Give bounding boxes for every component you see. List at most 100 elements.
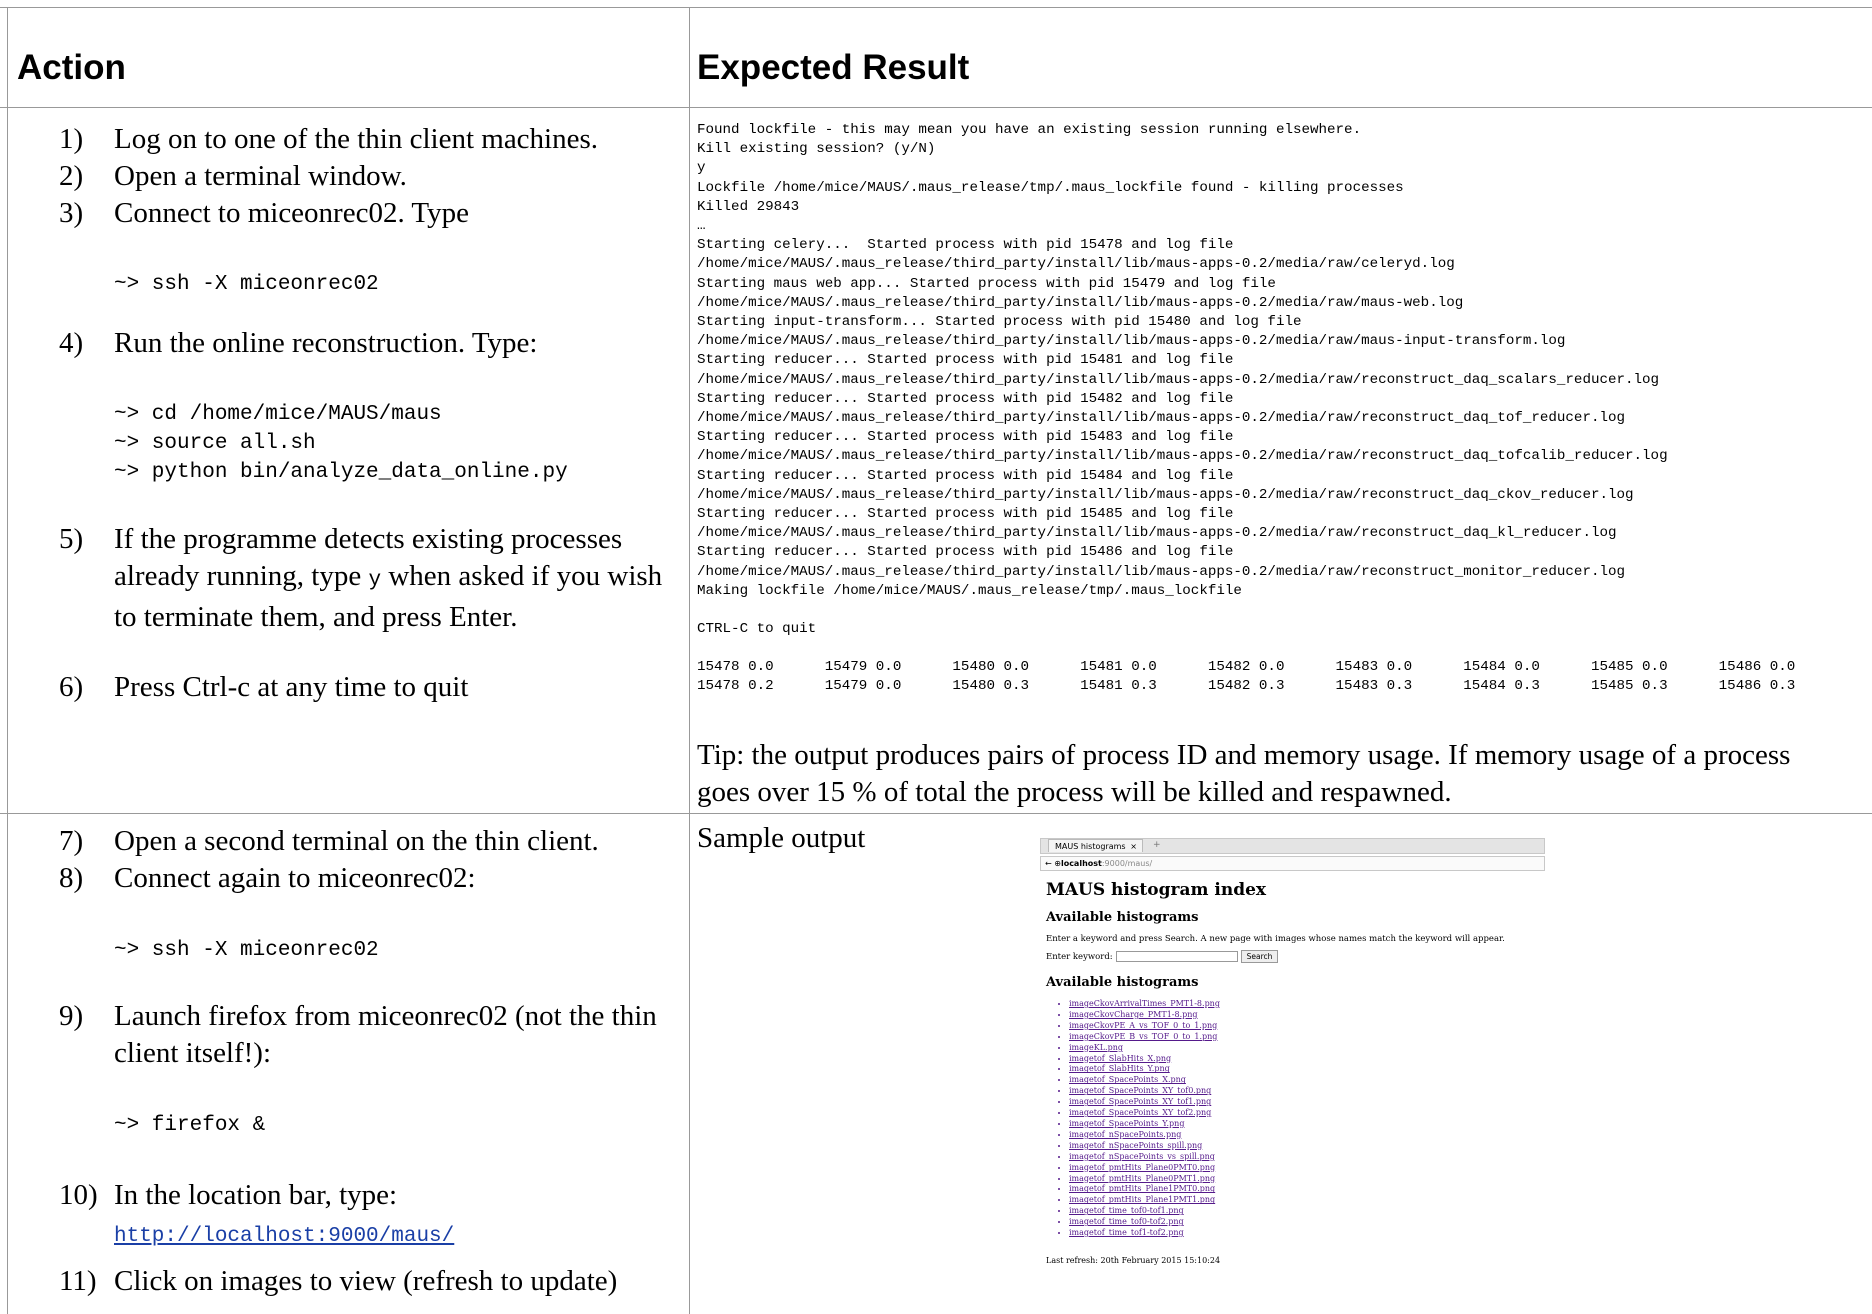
step-number: 3) xyxy=(59,197,84,229)
histogram-link[interactable]: imagetof_pmtHits_Plane0PMT1.png xyxy=(1069,1174,1215,1183)
browser-screenshot: MAUS histograms × + ← ⊕localhost:9000/ma… xyxy=(1040,838,1545,1298)
histogram-link[interactable]: imageKL.png xyxy=(1069,1043,1123,1052)
new-tab-icon[interactable]: + xyxy=(1153,839,1161,852)
list-item: imageCkovPE_B_vs_TOF_0_to_1.png xyxy=(1069,1032,1545,1043)
histogram-link[interactable]: imagetof_nSpacePoints_spill.png xyxy=(1069,1141,1202,1150)
steps-1-3: 1) Log on to one of the thin client machi… xyxy=(59,121,689,232)
list-item: imagetof_pmtHits_Plane1PMT0.png xyxy=(1069,1184,1545,1195)
run-commands: ~> cd /home/mice/MAUS/maus ~> source all… xyxy=(114,403,568,484)
step-number: 4) xyxy=(59,327,84,359)
step-number: 2) xyxy=(59,160,84,192)
step-text: Connect again to miceonrec02: xyxy=(114,862,476,894)
histogram-link[interactable]: imagetof_pmtHits_Plane1PMT1.png xyxy=(1069,1195,1215,1204)
browser-tab[interactable]: MAUS histograms × xyxy=(1048,839,1143,852)
search-button[interactable]: Search xyxy=(1240,950,1279,963)
histogram-link[interactable]: imageCkovCharge_PMT1-8.png xyxy=(1069,1010,1198,1019)
column-divider xyxy=(689,7,690,1314)
firefox-command: ~> firefox & xyxy=(114,1114,266,1137)
step-number: 10) xyxy=(59,1179,98,1211)
close-icon[interactable]: × xyxy=(1130,840,1137,853)
list-item: imagetof_time_tof1-tof2.png xyxy=(1069,1228,1545,1239)
histogram-link[interactable]: imagetof_SpacePoints_XY_tof0.png xyxy=(1069,1086,1211,1095)
step-4: 4) Run the online reconstruction. Type: xyxy=(59,325,689,362)
step-4-list: 4) Run the online reconstruction. Type: xyxy=(59,325,689,362)
step-8: 8) Connect again to miceonrec02: xyxy=(59,860,689,897)
list-item: imagetof_nSpacePoints_vs_spill.png xyxy=(1069,1152,1545,1163)
url-host: localhost xyxy=(1060,859,1102,868)
histogram-link[interactable]: imagetof_SpacePoints_X.png xyxy=(1069,1075,1186,1084)
step-number: 5) xyxy=(59,523,84,555)
step-text: In the location bar, type: http://localho… xyxy=(114,1177,454,1255)
globe-icon: ⊕ xyxy=(1054,859,1061,868)
step-text: Launch firefox from miceonrec02 (not the… xyxy=(114,1000,657,1069)
keyword-search-row: Enter keyword: Search xyxy=(1046,950,1545,963)
section-heading-2: Available histograms xyxy=(1046,975,1199,990)
step-10-text: In the location bar, type: xyxy=(114,1179,398,1211)
keyword-input[interactable] xyxy=(1115,951,1238,962)
left-border xyxy=(7,7,8,1314)
step-9-list: 9) Launch firefox from miceonrec02 (not t… xyxy=(59,998,689,1072)
back-arrow-icon[interactable]: ← xyxy=(1045,859,1052,868)
keyword-label: Enter keyword: xyxy=(1046,951,1113,962)
histogram-link[interactable]: imagetof_time_tof1-tof2.png xyxy=(1069,1228,1184,1237)
histogram-link[interactable]: imagetof_SpacePoints_XY_tof2.png xyxy=(1069,1108,1211,1117)
list-item: imagetof_nSpacePoints_spill.png xyxy=(1069,1141,1545,1152)
histogram-link[interactable]: imagetof_SpacePoints_XY_tof1.png xyxy=(1069,1097,1211,1106)
histogram-link[interactable]: imageCkovPE_B_vs_TOF_0_to_1.png xyxy=(1069,1032,1217,1041)
section-heading: Available histograms xyxy=(1046,910,1199,925)
histogram-link[interactable]: imagetof_SpacePoints_Y.png xyxy=(1069,1119,1184,1128)
histogram-link[interactable]: imagetof_time_tof0-tof1.png xyxy=(1069,1206,1184,1215)
list-item: imageCkovArrivalTimes_PMT1-8.png xyxy=(1069,999,1545,1010)
ssh-command: ~> ssh -X miceonrec02 xyxy=(114,273,379,296)
step-1: 1) Log on to one of the thin client machi… xyxy=(59,121,689,158)
step-number: 8) xyxy=(59,862,84,894)
histogram-link[interactable]: imagetof_pmtHits_Plane0PMT0.png xyxy=(1069,1163,1215,1172)
sample-output-label: Sample output xyxy=(697,822,866,854)
list-item: imagetof_SpacePoints_XY_tof2.png xyxy=(1069,1108,1545,1119)
histogram-link[interactable]: imageCkovArrivalTimes_PMT1-8.png xyxy=(1069,999,1220,1008)
step-number: 11) xyxy=(59,1265,97,1297)
search-instructions: Enter a keyword and press Search. A new … xyxy=(1046,934,1505,944)
list-item: imagetof_SpacePoints_Y.png xyxy=(1069,1119,1545,1130)
tip-text: Tip: the output produces pairs of proces… xyxy=(697,739,1791,808)
list-item: imagetof_SlabHits_Y.png xyxy=(1069,1064,1545,1075)
step-9: 9) Launch firefox from miceonrec02 (not t… xyxy=(59,998,689,1072)
step-text: Open a terminal window. xyxy=(114,160,407,192)
step-5-list: 5) If the programme detects existing proc… xyxy=(59,521,689,636)
step-11: 11) Click on images to view (refresh to u… xyxy=(59,1263,689,1300)
row-divider xyxy=(0,813,1872,814)
memory-output: 15478 0.0 15479 0.0 15480 0.0 15481 0.0 … xyxy=(697,659,1796,694)
step-10-list: 10) In the location bar, type: http://loca… xyxy=(59,1177,689,1255)
step-text: Connect to miceonrec02. Type xyxy=(114,197,469,229)
terminal-output: Found lockfile - this may mean you have … xyxy=(697,122,1668,638)
url-bar[interactable]: ← ⊕localhost:9000/maus/ xyxy=(1040,856,1545,871)
list-item: imagetof_SpacePoints_XY_tof1.png xyxy=(1069,1097,1545,1108)
maus-url-link[interactable]: http://localhost:9000/maus/ xyxy=(114,1225,454,1248)
histogram-link[interactable]: imagetof_nSpacePoints.png xyxy=(1069,1130,1181,1139)
step-11-list: 11) Click on images to view (refresh to u… xyxy=(59,1263,689,1300)
list-item: imagetof_pmtHits_Plane0PMT0.png xyxy=(1069,1163,1545,1174)
histogram-link[interactable]: imageCkovPE_A_vs_TOF_0_to_1.png xyxy=(1069,1021,1217,1030)
action-header: Action xyxy=(17,48,126,87)
histogram-link[interactable]: imagetof_nSpacePoints_vs_spill.png xyxy=(1069,1152,1215,1161)
step-number: 1) xyxy=(59,123,84,155)
step-text: If the programme detects existing proces… xyxy=(114,521,689,636)
histogram-link[interactable]: imagetof_pmtHits_Plane1PMT0.png xyxy=(1069,1184,1215,1193)
histogram-link[interactable]: imagetof_SlabHits_Y.png xyxy=(1069,1064,1170,1073)
list-item: imagetof_SpacePoints_XY_tof0.png xyxy=(1069,1086,1545,1097)
step-text: Run the online reconstruction. Type: xyxy=(114,327,538,359)
step-text: Open a second terminal on the thin clien… xyxy=(114,825,599,857)
histogram-link[interactable]: imagetof_time_tof0-tof2.png xyxy=(1069,1217,1184,1226)
step-6-list: 6) Press Ctrl-c at any time to quit xyxy=(59,669,689,706)
y-key-code: y xyxy=(368,569,382,592)
header-divider xyxy=(0,107,1872,108)
step-6: 6) Press Ctrl-c at any time to quit xyxy=(59,669,689,706)
step-3: 3) Connect to miceonrec02. Type xyxy=(59,195,689,232)
browser-tab-bar: MAUS histograms × + xyxy=(1040,838,1545,854)
step-text: Log on to one of the thin client machine… xyxy=(114,123,599,155)
step-number: 7) xyxy=(59,825,84,857)
step-number: 6) xyxy=(59,671,84,703)
page-title: MAUS histogram index xyxy=(1046,880,1267,900)
histogram-link[interactable]: imagetof_SlabHits_X.png xyxy=(1069,1054,1171,1063)
step-7: 7) Open a second terminal on the thin cli… xyxy=(59,823,689,860)
